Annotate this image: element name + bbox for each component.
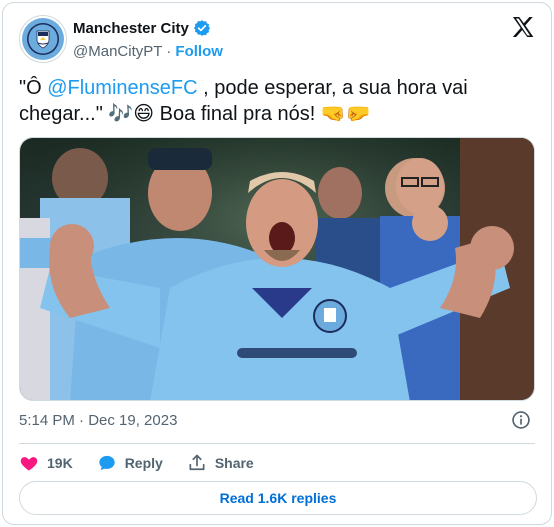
- reply-button[interactable]: Reply: [97, 453, 163, 473]
- heart-icon: [20, 457, 38, 471]
- mention-link[interactable]: @FluminenseFC: [47, 77, 197, 99]
- speech-bubble-icon: [99, 455, 115, 471]
- separator-dot: ·: [166, 43, 172, 60]
- info-icon[interactable]: [511, 410, 531, 430]
- tweet-actions-bar: 19K Reply Share: [19, 451, 278, 475]
- like-button[interactable]: 19K: [19, 453, 73, 473]
- avatar[interactable]: [19, 15, 67, 63]
- tweet-text: "Ô @FluminenseFC , pode esperar, a sua h…: [19, 75, 539, 127]
- fans-celebrating-photo: [20, 138, 534, 400]
- share-button[interactable]: Share: [187, 453, 254, 473]
- share-icon: [189, 454, 205, 471]
- follow-button[interactable]: Follow: [175, 43, 223, 60]
- share-label: Share: [214, 455, 254, 471]
- author-display-name[interactable]: Manchester City: [73, 20, 189, 37]
- verified-badge-icon: [193, 20, 210, 36]
- tweet-photo[interactable]: [19, 137, 535, 401]
- reply-label: Reply: [124, 455, 163, 471]
- tweet-timestamp[interactable]: 5:14 PM · Dec 19, 2023: [19, 412, 177, 429]
- author-handle[interactable]: @ManCityPT: [73, 43, 162, 60]
- read-replies-button[interactable]: Read 1.6K replies: [19, 481, 537, 515]
- divider: [19, 443, 535, 444]
- manchester-city-crest-icon: [22, 18, 64, 60]
- x-logo-icon[interactable]: [511, 15, 535, 39]
- tweet-card: Manchester City @ManCityPT · Follow "Ô @…: [2, 2, 552, 525]
- tweet-text-before: "Ô: [19, 77, 48, 99]
- likes-count: 19K: [47, 455, 73, 471]
